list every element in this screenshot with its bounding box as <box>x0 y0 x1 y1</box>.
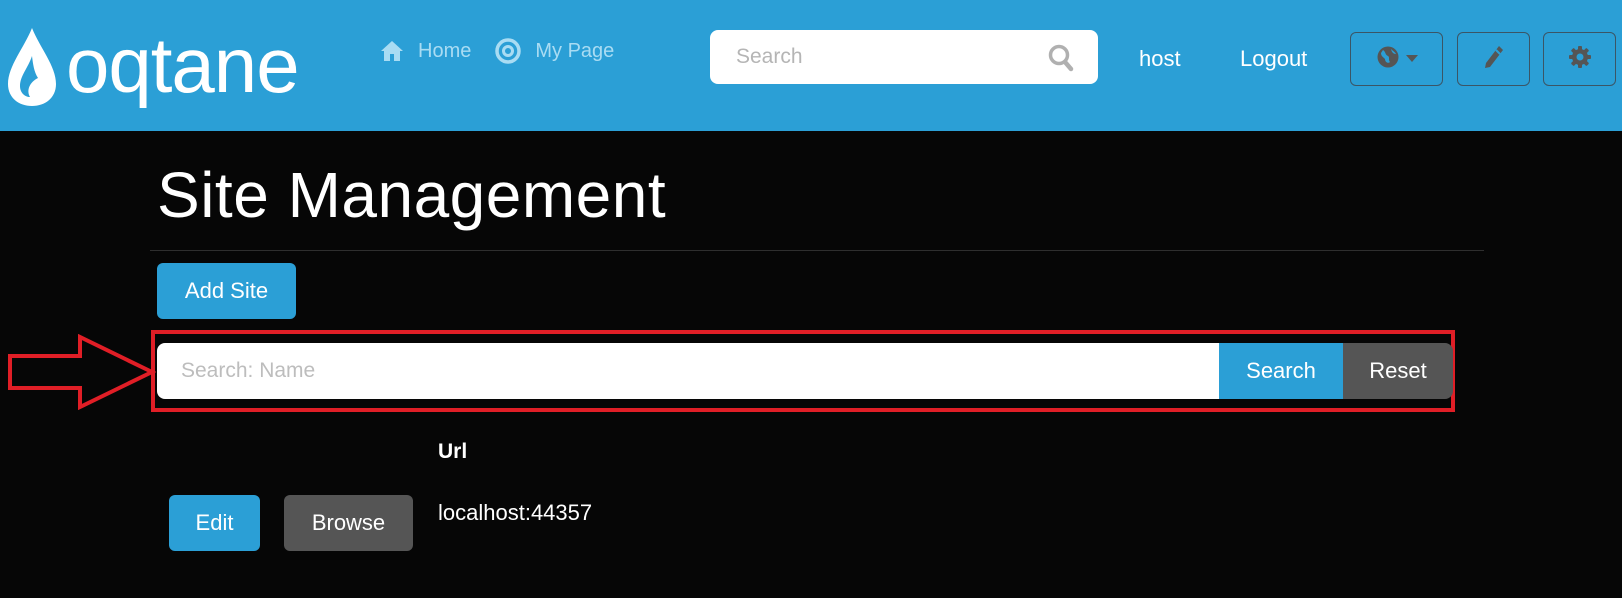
add-site-button[interactable]: Add Site <box>157 263 296 319</box>
site-search <box>710 30 1098 84</box>
pencil-icon <box>1483 45 1505 74</box>
settings-button[interactable] <box>1543 32 1616 86</box>
user-profile-link[interactable]: host <box>1139 46 1181 72</box>
nav-item-home[interactable]: Home <box>380 40 471 63</box>
language-dropdown-button[interactable] <box>1350 32 1443 86</box>
gear-icon <box>1568 45 1592 74</box>
filter-search-button[interactable]: Search <box>1219 343 1343 399</box>
oqtane-logo[interactable]: oqtane <box>6 26 341 108</box>
main-nav: Home My Page <box>380 38 638 64</box>
edit-mode-button[interactable] <box>1457 32 1530 86</box>
edit-site-button[interactable]: Edit <box>169 495 260 551</box>
site-search-input[interactable] <box>734 44 1038 70</box>
chevron-down-icon <box>1405 55 1418 63</box>
home-icon <box>380 40 404 62</box>
nav-item-my-page[interactable]: My Page <box>495 38 614 64</box>
svg-text:oqtane: oqtane <box>66 26 299 108</box>
logout-link[interactable]: Logout <box>1240 46 1307 72</box>
nav-item-label: My Page <box>535 39 615 62</box>
title-divider <box>150 250 1484 251</box>
globe-icon <box>1376 45 1400 74</box>
top-navigation-bar: oqtane Home My Page host Logout <box>0 0 1622 131</box>
site-filter-input[interactable] <box>157 343 1221 399</box>
annotation-arrow-icon <box>6 333 157 415</box>
site-url-cell: localhost:44357 <box>438 500 593 525</box>
nav-item-label: Home <box>418 39 472 62</box>
browse-site-button[interactable]: Browse <box>284 495 413 551</box>
column-header-url: Url <box>438 440 468 463</box>
page-title: Site Management <box>157 159 667 231</box>
target-icon <box>495 38 522 64</box>
filter-reset-button[interactable]: Reset <box>1343 343 1453 399</box>
search-icon[interactable] <box>1048 44 1074 77</box>
